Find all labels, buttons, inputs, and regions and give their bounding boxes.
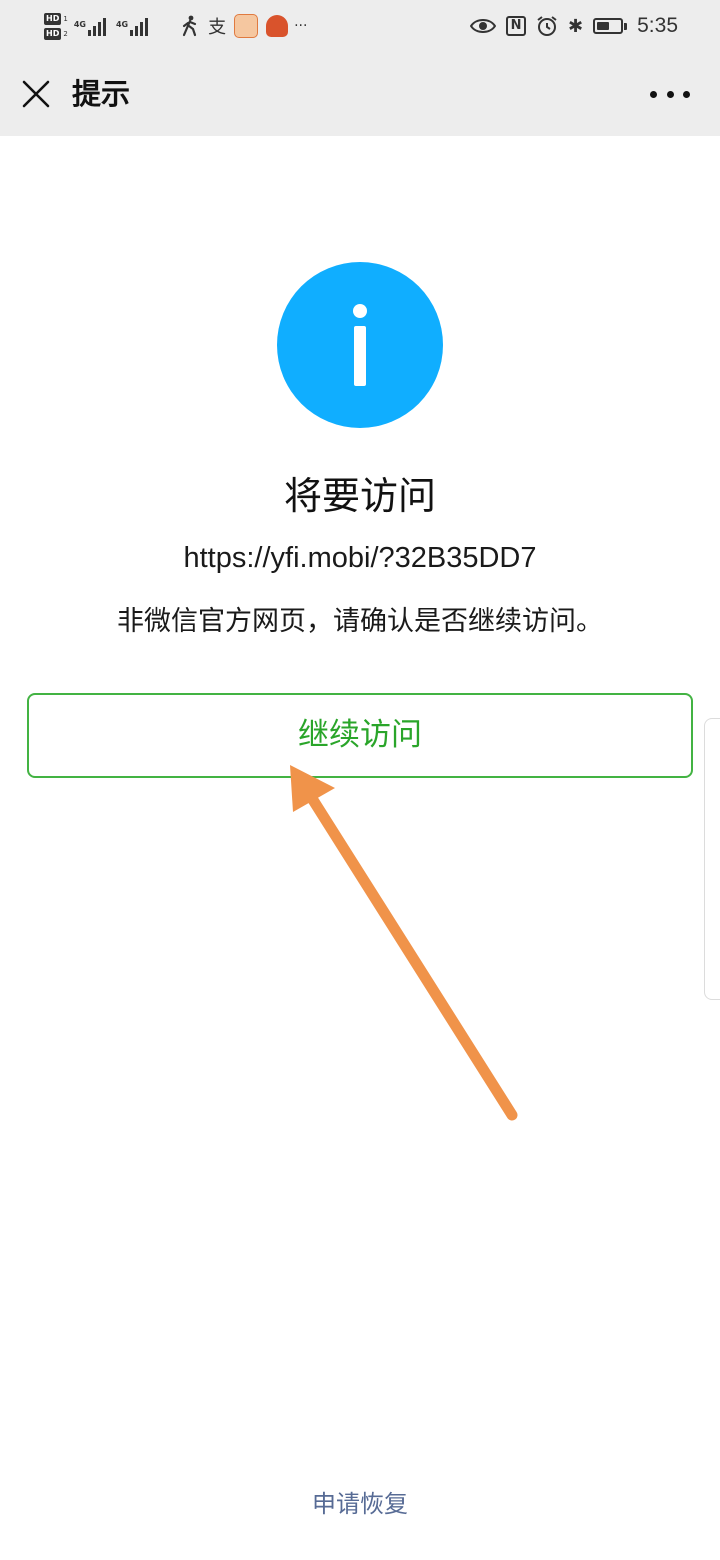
alipay-icon: 支 [208,17,227,38]
eye-icon [470,19,497,33]
target-url: https://yfi.mobi/?32B35DD7 [183,542,537,574]
page-title: 提示 [72,77,131,111]
more-icon [650,90,657,98]
edge-handle[interactable] [704,718,720,1000]
signal1-icon: 4G [74,16,106,36]
warning-heading: 将要访问 [283,474,436,518]
nfc-icon: N [506,16,527,36]
continue-visit-button[interactable]: 继续访问 [27,693,693,778]
status-left: HD 1 HD 2 4G 4G 支 ··· [44,8,307,44]
screen: HD 1 HD 2 4G 4G 支 ··· N ✱ 5:35 提示 将要访问 h… [0,0,720,1560]
sim1-badge: HD 1 [44,12,68,25]
request-restore-link[interactable]: 申请恢复 [0,1486,720,1522]
warning-notice: 非微信官方网页，请确认是否继续访问。 [117,606,603,637]
annotation-arrow-icon [290,765,518,1121]
status-bar: HD 1 HD 2 4G 4G 支 ··· N ✱ 5:35 [0,0,720,52]
close-icon [22,80,50,108]
more-dots-icon: ··· [294,18,308,34]
close-button[interactable] [18,76,54,112]
sim-badges: HD 1 HD 2 [44,12,68,40]
signal2-icon: 4G [116,16,149,36]
app-icon [266,15,289,37]
battery-icon [593,18,628,34]
status-right: N ✱ 5:35 [470,8,678,44]
app-icon [234,14,259,38]
nav-bar: 提示 [0,52,720,136]
alarm-icon [537,16,557,36]
status-time: 5:35 [637,14,678,37]
sim2-badge: HD 2 [44,27,68,40]
info-icon [277,262,443,428]
more-options-button[interactable] [650,82,690,106]
walk-icon [182,15,197,37]
bluetooth-icon: ✱ [568,15,584,37]
